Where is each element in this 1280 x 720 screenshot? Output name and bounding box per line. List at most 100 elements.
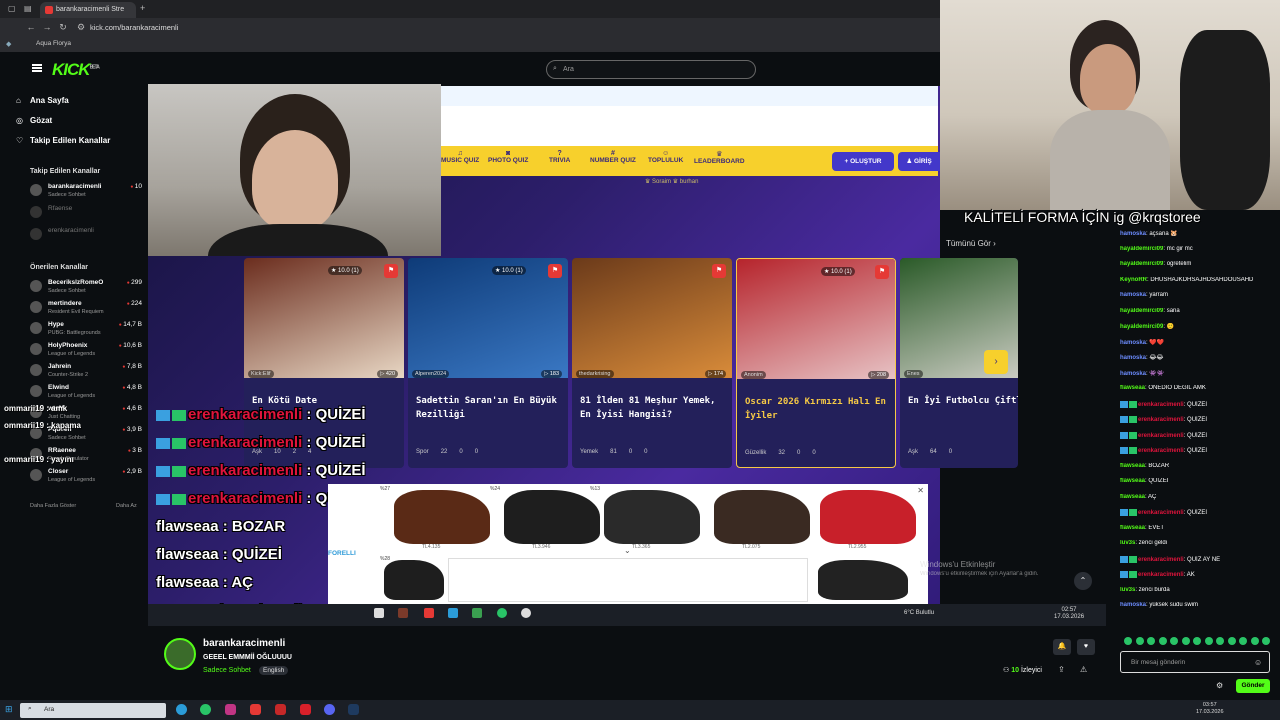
taskbar-search[interactable]: ⌕ Ara <box>20 703 166 718</box>
taskbar-clock[interactable]: 03:57 17.03.2026 <box>1196 702 1224 716</box>
ad-chevron-down-icon[interactable]: ⌄ <box>624 546 631 555</box>
favorite-icon[interactable]: ⚑ <box>712 264 726 278</box>
ad-banner[interactable]: %27 TL4.135 %24 TL3.946 %13 TL3.365 TL2.075 TL2… <box>328 484 928 606</box>
reload-icon[interactable]: ↻ <box>58 22 68 32</box>
sidebar-channel[interactable]: Jahrein Counter-Strike 2 7,8 B <box>30 362 142 382</box>
quiz-nav-item[interactable]: ♛ LEADERBOARD <box>694 150 745 165</box>
taskbar-chrome-icon[interactable] <box>176 704 187 715</box>
chat-username[interactable]: hamoska <box>1120 602 1146 608</box>
chat-username[interactable]: flawseaa <box>1120 525 1145 531</box>
quiz-nav-item[interactable]: # NUMBER QUIZ <box>590 150 636 164</box>
chat-username[interactable]: flawseaa <box>1120 385 1145 391</box>
chat-username[interactable]: hayaldemirci09 <box>1120 261 1163 267</box>
follow-heart-icon[interactable]: ♥ <box>1077 639 1095 655</box>
menu-icon[interactable] <box>32 64 42 72</box>
sidebar-channel[interactable]: barankaracimenli Sadece Sohbet 10 <box>30 182 142 202</box>
chat-username[interactable]: hamoska <box>1120 340 1146 346</box>
emote-icon[interactable] <box>1239 637 1247 645</box>
forward-icon[interactable]: → <box>42 22 52 32</box>
chat-username[interactable]: luv3s <box>1120 540 1135 546</box>
chat-username[interactable]: flawseaa <box>1120 463 1145 469</box>
emote-icon[interactable] <box>1147 637 1155 645</box>
url-field[interactable]: kick.com/barankaracimenli <box>90 23 178 32</box>
site-info-icon[interactable]: ⚙ <box>76 22 86 32</box>
ad-product-image[interactable] <box>714 490 810 544</box>
chat-username[interactable]: hayaldemirci09 <box>1120 324 1163 330</box>
chat-username[interactable]: hayaldemirci09 <box>1120 246 1163 252</box>
chat-username[interactable]: hamoska <box>1120 231 1146 237</box>
chat-username[interactable]: luv3s <box>1120 587 1135 593</box>
favorite-icon[interactable]: ⚑ <box>875 265 889 279</box>
kick-logo[interactable]: KICKBETA <box>52 60 100 80</box>
chat-username[interactable]: erenkaracimenli <box>1138 572 1184 578</box>
favorite-icon[interactable]: ⚑ <box>548 264 562 278</box>
quiz-nav-item[interactable]: ♫ MUSIC QUIZ <box>441 150 479 164</box>
emote-icon[interactable] <box>1204 637 1213 645</box>
notification-bell-icon[interactable]: 🔔 <box>1053 639 1071 655</box>
chat-username[interactable]: hamoska <box>1120 292 1146 298</box>
emote-icon[interactable] <box>1193 637 1201 645</box>
sidebar-item-home[interactable]: ⌂ Ana Sayfa <box>16 96 69 105</box>
quiz-nav-item[interactable]: ? TRIVIA <box>549 150 570 164</box>
taskbar-app-icon[interactable] <box>250 704 261 715</box>
back-icon[interactable]: ← <box>26 22 36 32</box>
show-more-link[interactable]: Daha Fazla Göster <box>30 503 76 509</box>
sidebar-channel[interactable]: erenkaracimenli <box>30 226 142 246</box>
emote-icon[interactable] <box>1158 637 1167 645</box>
see-all-link[interactable]: Tümünü Gör › <box>946 239 996 248</box>
sidebar-channel[interactable]: HolyPhoenix League of Legends 10,6 B <box>30 341 142 361</box>
quiz-card[interactable]: ⚑ thedarkrising ▷ 174 81 İlden 81 Meşhur Ye… <box>572 258 732 468</box>
taskbar-app-icon[interactable] <box>275 704 286 715</box>
sidebar-channel[interactable]: Rfaense <box>30 204 142 224</box>
channel-avatar[interactable] <box>164 638 196 670</box>
next-arrow-icon[interactable]: › <box>984 350 1008 374</box>
show-less-link[interactable]: Daha Az <box>116 503 137 509</box>
new-tab-icon[interactable]: + <box>140 3 145 13</box>
chat-username[interactable]: erenkaracimenli <box>1138 557 1184 563</box>
sidebar-channel[interactable]: BecerikslzRomeO Sadece Sohbet 299 <box>30 278 142 298</box>
chat-username[interactable]: flawseaa <box>1120 494 1145 500</box>
taskbar-discord-icon[interactable] <box>324 704 335 715</box>
chat-username[interactable]: KeynoRR <box>1120 277 1147 283</box>
channel-name[interactable]: barankaracimenli <box>203 638 285 649</box>
chat-username[interactable]: erenkaracimenli <box>1138 510 1184 516</box>
sidebar-channel[interactable]: Elwind League of Legends 4,8 B <box>30 383 142 403</box>
taskbar-steam-icon[interactable] <box>348 704 359 715</box>
sidepanel-icon-1[interactable]: ◆ <box>6 40 14 48</box>
sidebar-item-browse[interactable]: ◎ Gözat <box>16 116 52 125</box>
quiz-nav-item[interactable]: ☺ TOPLULUK <box>648 150 683 164</box>
emoji-icon[interactable]: ☺ <box>1254 658 1262 667</box>
sidebar-channel[interactable]: mertindere Resident Evil Requiem 224 <box>30 299 142 319</box>
quiz-nav-item[interactable]: ◙ PHOTO QUIZ <box>488 150 528 164</box>
ad-product-image[interactable] <box>394 490 490 544</box>
chat-username[interactable]: erenkaracimenli <box>1138 448 1184 454</box>
taskbar-obs-icon[interactable] <box>300 704 311 715</box>
quiz-card[interactable]: ★ 10.0 (1) ⚑ Anonim ▷ 208 Oscar 2026 Kırmızı… <box>736 258 896 468</box>
taskbar-spotify-icon[interactable] <box>200 704 211 715</box>
sidebar-channel[interactable]: Closer League of Legends 2,9 B <box>30 467 142 487</box>
ad-product-image[interactable] <box>820 490 916 544</box>
chat-username[interactable]: flawseaa <box>1120 478 1145 484</box>
windows-start-icon[interactable]: ⊞ <box>5 704 13 715</box>
login-button[interactable]: ♟ GİRİŞ <box>898 152 940 171</box>
sidebar-channel[interactable]: Hype PUBG: Battlegrounds 14,7 B <box>30 320 142 340</box>
chat-username[interactable]: erenkaracimenli <box>1138 402 1184 408</box>
chat-username[interactable]: erenkaracimenli <box>1138 417 1184 423</box>
scroll-top-icon[interactable]: ⌃ <box>1074 572 1092 590</box>
emote-icon[interactable] <box>1227 637 1236 645</box>
search-input[interactable]: ⌕ Ara <box>546 60 756 79</box>
emote-icon[interactable] <box>1216 637 1224 645</box>
emote-icon[interactable] <box>1181 637 1190 645</box>
quiz-card[interactable]: ★ 10.0 (1) ⚑ Alperen2024 ▷ 183 Sadettin Sara… <box>408 258 568 468</box>
chat-username[interactable]: erenkaracimenli <box>1138 433 1184 439</box>
taskbar-instagram-icon[interactable] <box>225 704 236 715</box>
tab-list-icon[interactable]: ▤ <box>24 4 34 14</box>
ad-product-image[interactable] <box>504 490 600 544</box>
send-button[interactable]: Gönder <box>1236 679 1270 693</box>
bookmark-item[interactable]: Aqua Florya <box>36 40 71 47</box>
emote-icon[interactable] <box>1250 637 1259 645</box>
sidebar-item-following[interactable]: ♡ Takip Edilen Kanallar <box>16 136 110 145</box>
ad-close-icon[interactable]: ✕ <box>917 486 924 495</box>
chat-settings-icon[interactable]: ⚙ <box>1216 681 1223 690</box>
chat-username[interactable]: hamoska <box>1120 371 1146 377</box>
